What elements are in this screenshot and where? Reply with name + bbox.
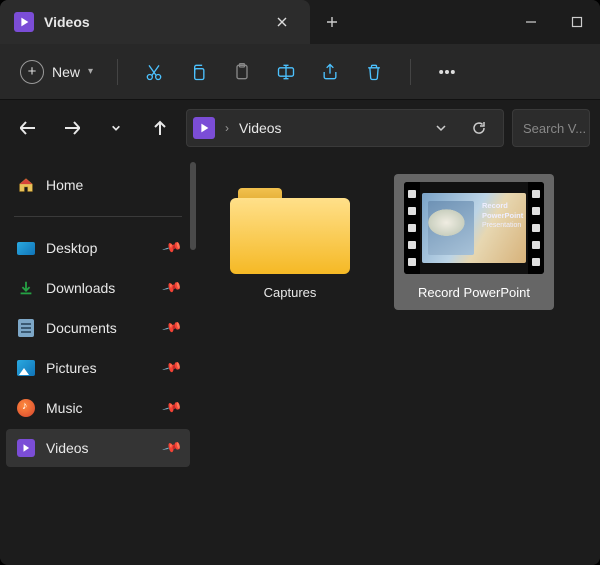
tab-videos[interactable]: Videos [0,0,310,44]
item-label: Captures [264,284,317,302]
address-dropdown-button[interactable] [427,114,455,142]
video-thumbnail: Record PowerPoint Presentation [404,182,544,274]
divider [14,216,182,217]
sidebar-item-home[interactable]: Home [6,166,190,204]
sidebar-item-music[interactable]: Music 📌 [6,389,190,427]
sidebar-item-pictures[interactable]: Pictures 📌 [6,349,190,387]
new-tab-button[interactable] [310,0,354,44]
item-label: Record PowerPoint [418,284,530,302]
scrollbar-thumb[interactable] [190,162,196,250]
titlebar-drag-area[interactable] [354,0,508,44]
film-strip-icon [528,182,544,274]
sidebar-item-label: Home [46,177,83,193]
sidebar-item-label: Videos [46,440,89,456]
close-tab-button[interactable] [268,8,296,36]
pin-icon: 📌 [161,437,183,459]
sidebar-item-label: Desktop [46,240,97,256]
sidebar-item-label: Pictures [46,360,97,376]
back-button[interactable] [10,110,46,146]
refresh-button[interactable] [465,114,493,142]
home-icon [16,175,36,195]
explorer-window: Videos + New ▾ [0,0,600,565]
sidebar-item-label: Music [46,400,83,416]
new-button[interactable]: + New ▾ [16,56,101,88]
pin-icon: 📌 [161,237,183,259]
breadcrumb[interactable]: Videos [239,120,282,136]
paste-button[interactable] [222,52,262,92]
forward-button[interactable] [54,110,90,146]
downloads-icon [16,278,36,298]
divider [410,59,411,85]
desktop-icon [16,238,36,258]
plus-circle-icon: + [20,60,44,84]
cut-button[interactable] [134,52,174,92]
videos-icon [16,438,36,458]
content-pane[interactable]: Captures Record PowerPoint Presentation [196,156,600,565]
sidebar-item-documents[interactable]: Documents 📌 [6,309,190,347]
sidebar-item-downloads[interactable]: Downloads 📌 [6,269,190,307]
chevron-right-icon: › [225,121,229,135]
tab-title: Videos [44,14,258,30]
sidebar-item-desktop[interactable]: Desktop 📌 [6,229,190,267]
film-strip-icon [404,182,420,274]
chevron-down-icon: ▾ [88,66,93,77]
copy-button[interactable] [178,52,218,92]
pictures-icon [16,358,36,378]
sidebar-item-videos[interactable]: Videos 📌 [6,429,190,467]
documents-icon [16,318,36,338]
minimize-button[interactable] [508,0,554,44]
new-button-label: New [52,64,80,80]
pin-icon: 📌 [161,317,183,339]
more-button[interactable] [427,52,467,92]
slide-title: Record PowerPoint [482,201,522,221]
toolbar: + New ▾ [0,44,600,100]
search-input[interactable]: Search V... [512,109,590,147]
titlebar: Videos [0,0,600,44]
share-button[interactable] [310,52,350,92]
body: Home Desktop 📌 Downloads 📌 Documents 📌 [0,156,600,565]
delete-button[interactable] [354,52,394,92]
navigation-row: › Videos Search V... [0,100,600,156]
rename-button[interactable] [266,52,306,92]
divider [117,59,118,85]
up-button[interactable] [142,110,178,146]
slide-preview: Record PowerPoint Presentation [422,193,526,263]
sidebar: Home Desktop 📌 Downloads 📌 Documents 📌 [0,156,196,565]
music-icon [16,398,36,418]
videos-icon [14,12,34,32]
maximize-button[interactable] [554,0,600,44]
pin-icon: 📌 [161,397,183,419]
folder-icon [230,182,350,274]
recent-locations-button[interactable] [98,110,134,146]
pin-icon: 📌 [161,277,183,299]
address-bar[interactable]: › Videos [186,109,504,147]
folder-captures[interactable]: Captures [210,174,370,310]
slide-subtitle: Presentation [482,222,521,229]
file-record-powerpoint[interactable]: Record PowerPoint Presentation Record Po… [394,174,554,310]
videos-icon [193,117,215,139]
sidebar-item-label: Documents [46,320,117,336]
pin-icon: 📌 [161,357,183,379]
search-placeholder: Search V... [523,121,586,136]
sidebar-item-label: Downloads [46,280,115,296]
